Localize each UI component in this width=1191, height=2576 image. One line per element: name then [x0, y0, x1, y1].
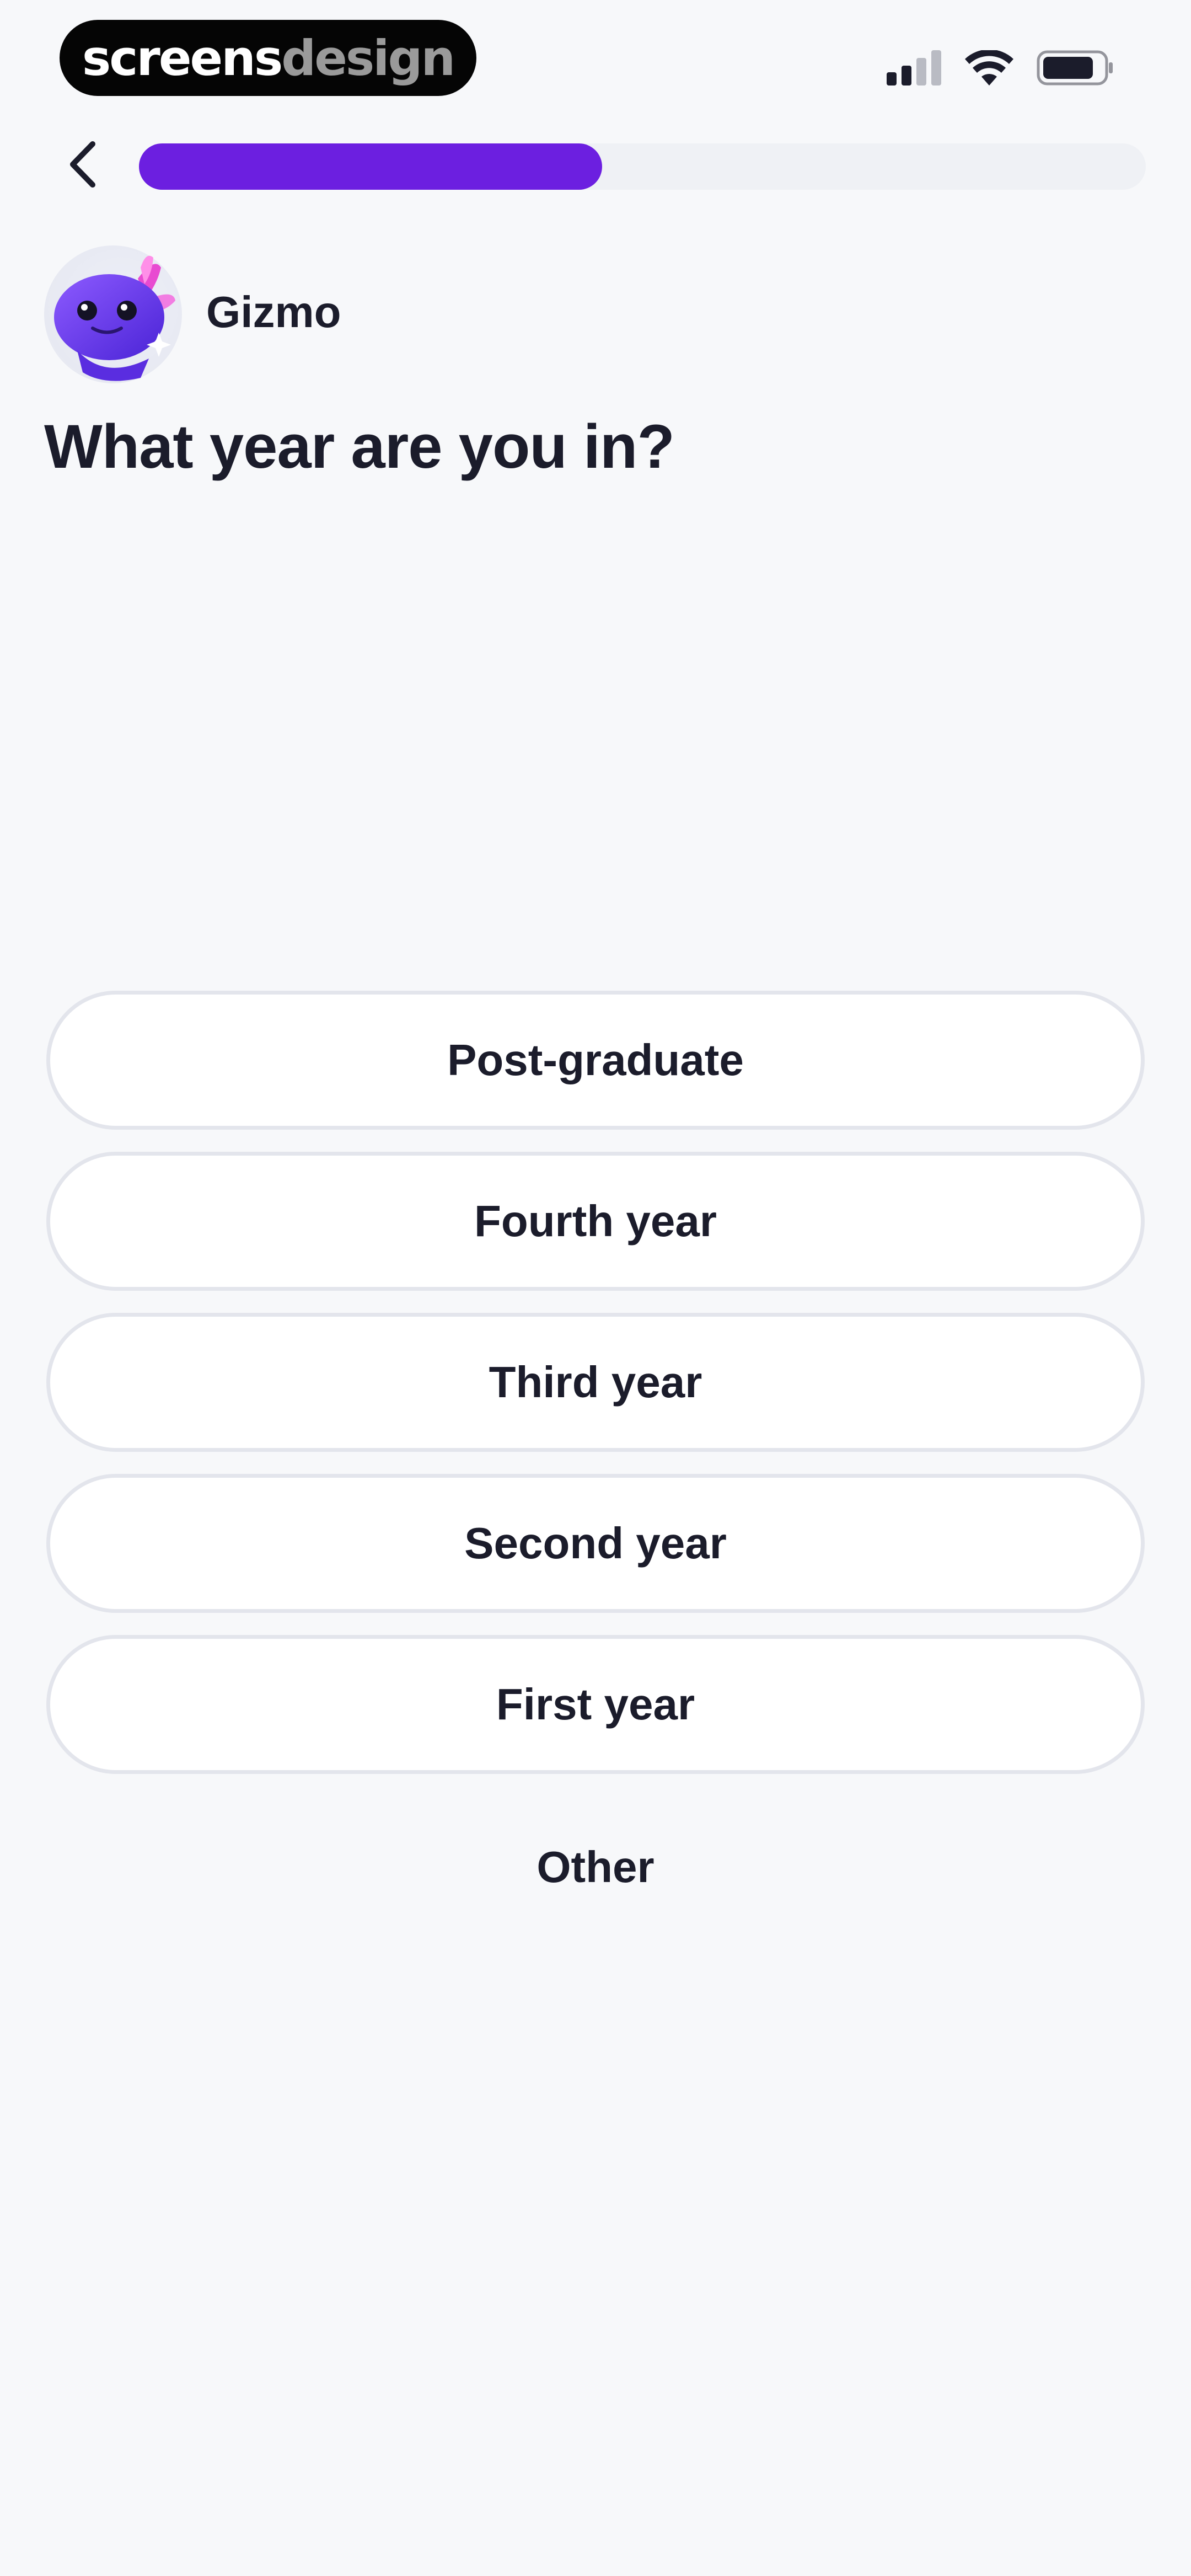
watermark-logo: screens design — [60, 20, 476, 96]
watermark-part-2: design — [281, 29, 455, 87]
watermark-part-1: screens — [82, 29, 283, 87]
option-post-graduate[interactable]: Post-graduate — [46, 991, 1145, 1130]
progress-fill — [139, 143, 602, 190]
onboarding-screen: screens design Gizmo What year are you i… — [0, 0, 1191, 2576]
mascot-avatar — [44, 245, 182, 383]
cellular-signal-icon — [887, 50, 942, 85]
option-other[interactable]: Other — [46, 1831, 1145, 1903]
mascot-name: Gizmo — [206, 287, 341, 336]
axolotl-mascot-icon — [54, 255, 175, 381]
back-button[interactable] — [55, 132, 110, 199]
wifi-icon — [965, 50, 1013, 85]
option-third-year[interactable]: Third year — [46, 1313, 1145, 1452]
question-title: What year are you in? — [44, 412, 675, 481]
option-fourth-year[interactable]: Fourth year — [46, 1152, 1145, 1291]
option-first-year[interactable]: First year — [46, 1635, 1145, 1774]
chevron-left-icon — [66, 140, 99, 192]
status-bar — [887, 49, 1114, 87]
battery-icon — [1037, 50, 1114, 85]
option-second-year[interactable]: Second year — [46, 1474, 1145, 1613]
answer-options: Post-graduate Fourth year Third year Sec… — [46, 991, 1145, 1796]
progress-bar — [139, 143, 1146, 190]
